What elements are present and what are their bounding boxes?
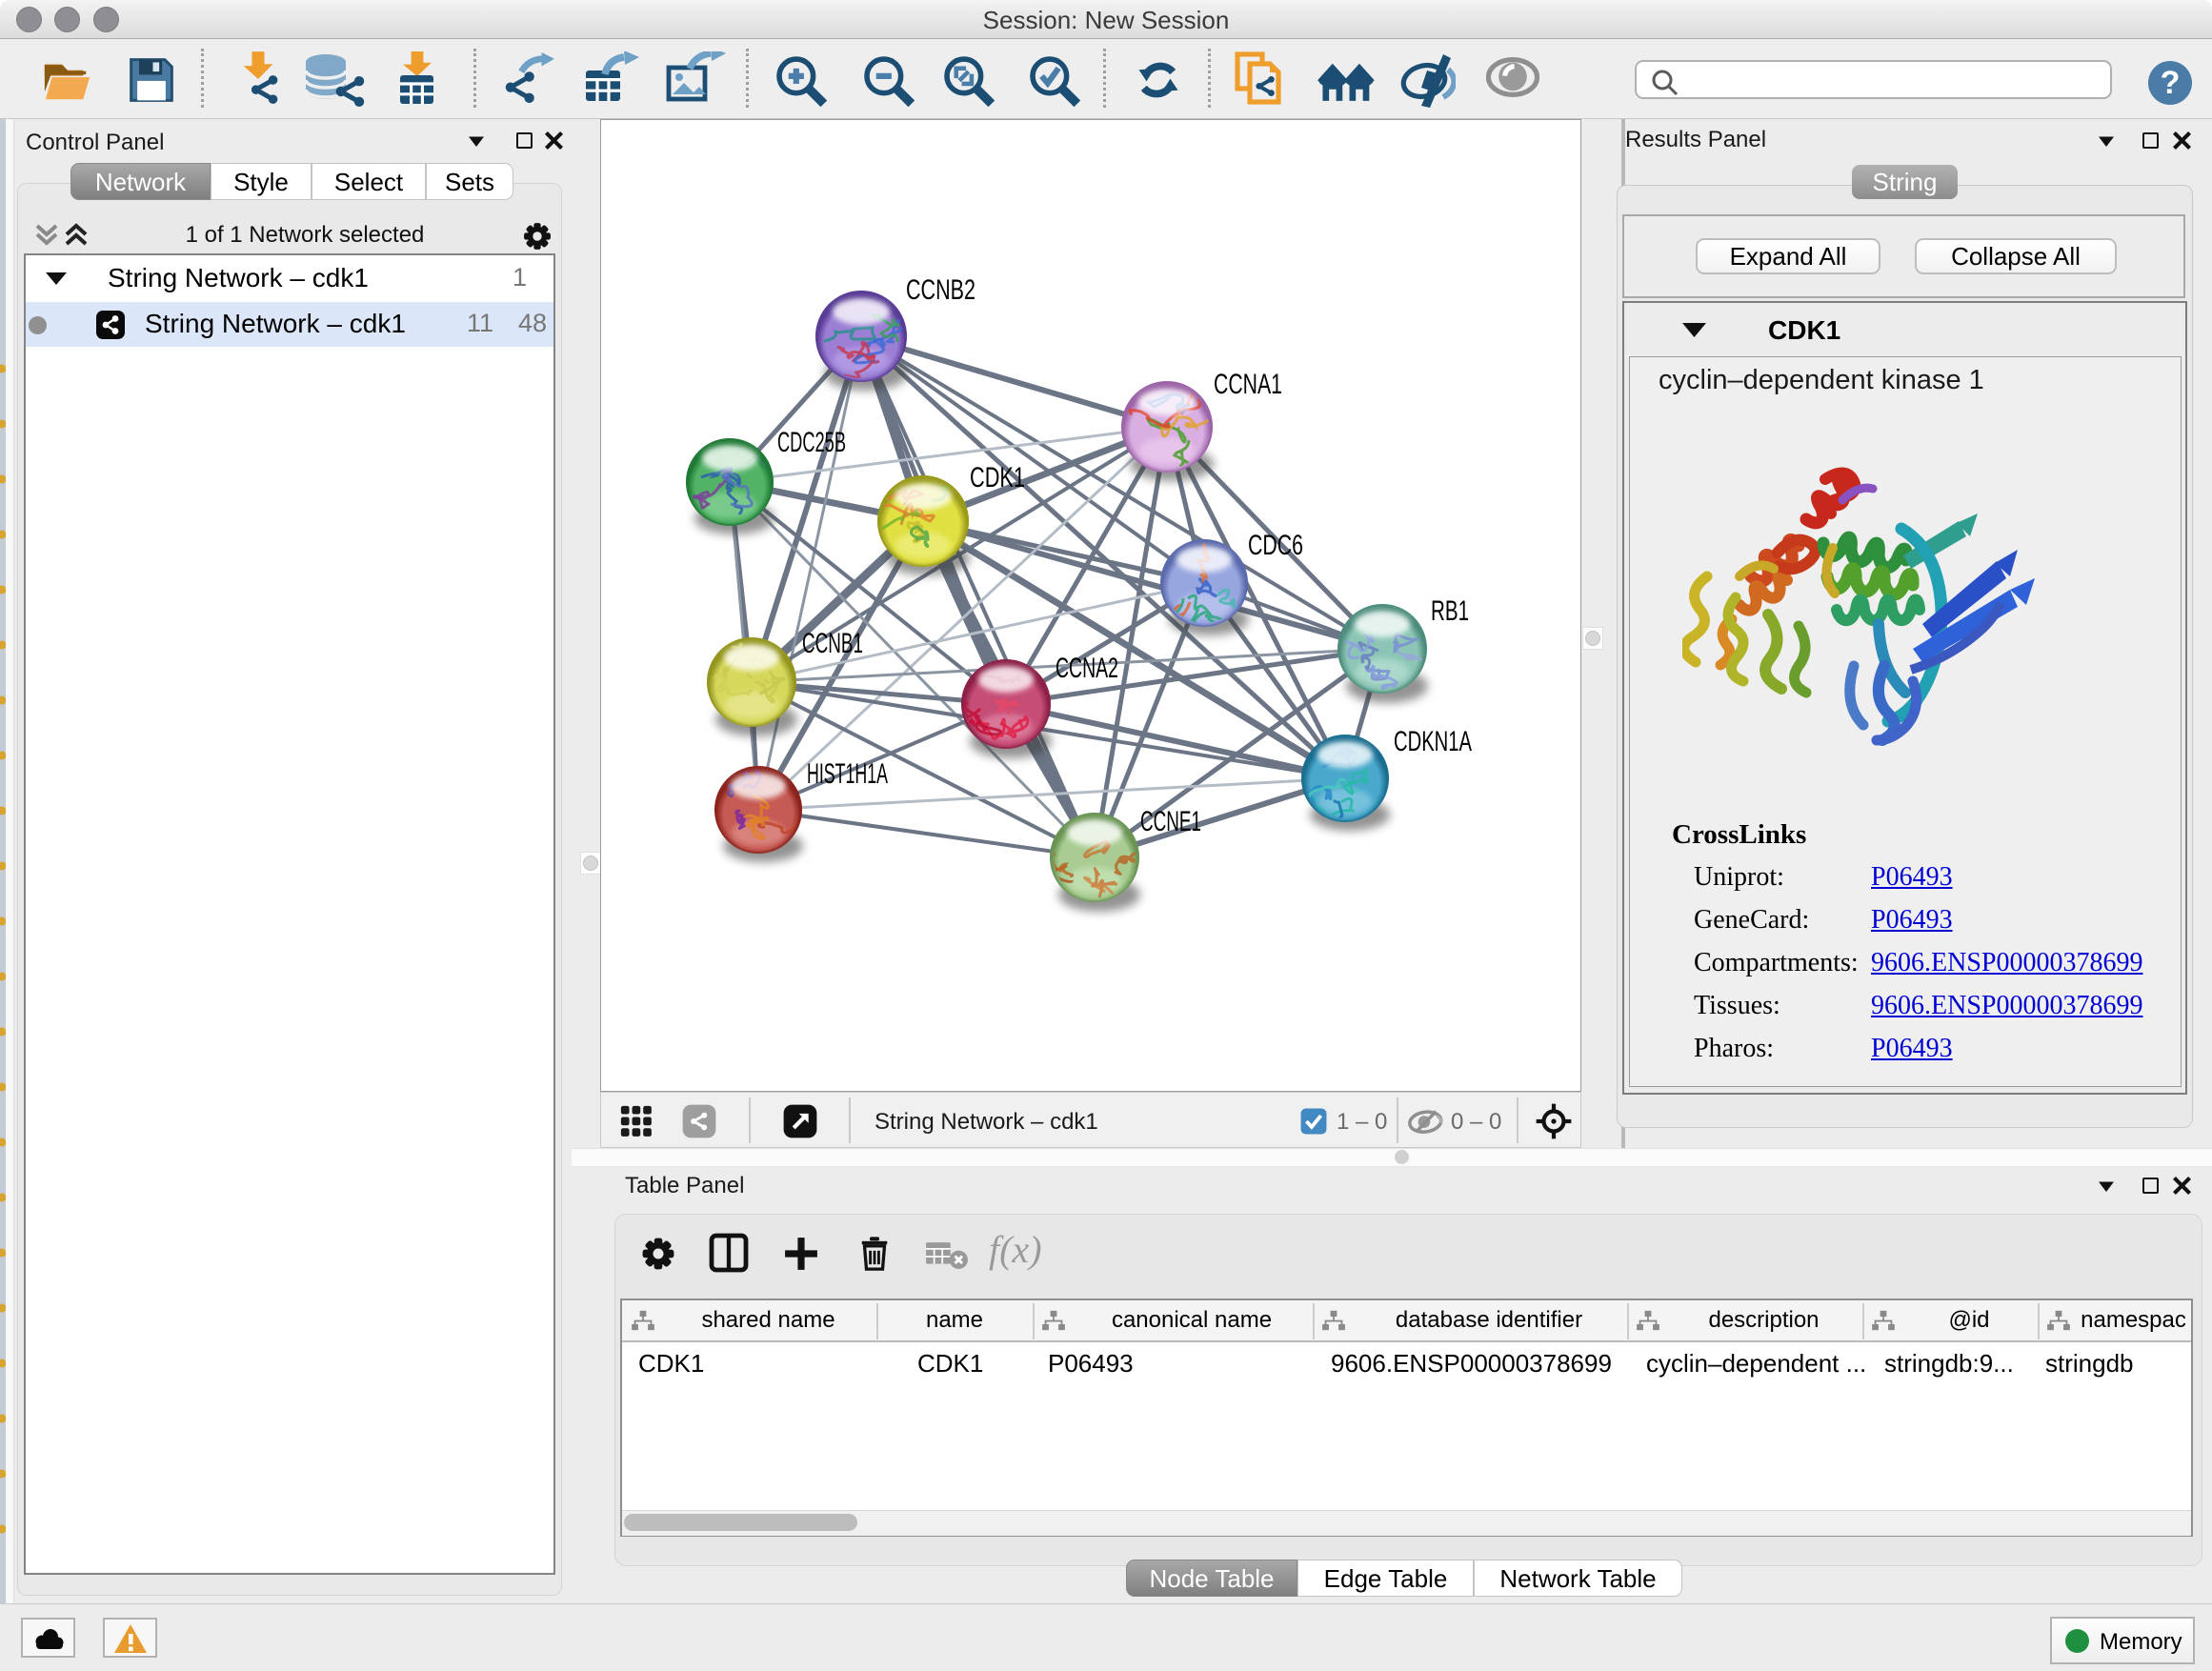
svg-text:CDC25B: CDC25B xyxy=(777,427,846,458)
svg-text:CCNA1: CCNA1 xyxy=(1214,369,1282,400)
svg-text:CCNE1: CCNE1 xyxy=(1140,806,1201,837)
svg-text:CDK1: CDK1 xyxy=(970,462,1025,493)
svg-text:CCNB2: CCNB2 xyxy=(906,274,975,306)
svg-text:CCNA2: CCNA2 xyxy=(1056,653,1118,684)
svg-text:RB1: RB1 xyxy=(1431,595,1469,627)
svg-text:CCNB1: CCNB1 xyxy=(802,628,863,659)
svg-text:CDC6: CDC6 xyxy=(1248,530,1303,561)
svg-text:CDKN1A: CDKN1A xyxy=(1394,726,1472,757)
svg-text:HIST1H1A: HIST1H1A xyxy=(807,758,888,790)
